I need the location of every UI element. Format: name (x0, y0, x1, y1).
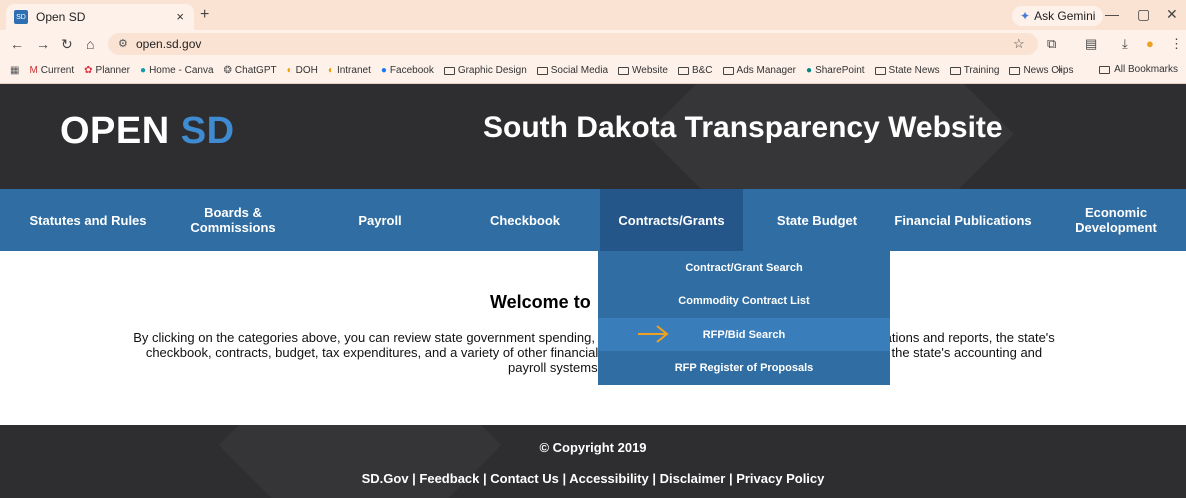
bookmark-doh[interactable]: ◐ DOH (287, 65, 318, 76)
intro-line-1: By clicking on the categories above, you… (133, 330, 1055, 345)
ask-gemini-label: Ask Gemini (1034, 9, 1096, 23)
folder-icon (874, 66, 886, 75)
open-sd-logo[interactable]: OPEN SD (60, 110, 235, 153)
gemini-sparkle-icon: ✦ (1020, 9, 1031, 23)
extensions-icon[interactable]: ⧉ (1047, 36, 1056, 52)
bookmark-news-clips[interactable]: News Clips (1009, 65, 1073, 76)
bookmark-facebook[interactable]: ● Facebook (381, 65, 434, 76)
folder-icon (443, 66, 455, 75)
bookmark-website[interactable]: Website (618, 65, 668, 76)
site-title: South Dakota Transparency Website (483, 111, 1003, 144)
folder-icon (1099, 65, 1111, 74)
folder-icon (677, 66, 689, 75)
reader-icon[interactable]: ▤ (1085, 36, 1097, 52)
browser-tabbar: SD Open SD × + ✦ Ask Gemini — ▢ ✕ (0, 0, 1186, 30)
welcome-heading: Welcome to (490, 292, 591, 312)
bookmark-graphic-design[interactable]: Graphic Design (443, 65, 527, 76)
ask-gemini-button[interactable]: ✦ Ask Gemini (1012, 6, 1104, 26)
nav-statutes-and-rules[interactable]: Statutes and Rules (18, 189, 158, 251)
more-bookmarks-icon[interactable]: » (1056, 64, 1062, 76)
contracts-grants-dropdown: Contract/Grant Search Commodity Contract… (598, 251, 890, 385)
dropdown-commodity-contract-list[interactable]: Commodity Contract List (598, 284, 890, 317)
nav-economic-development[interactable]: Economic Development (1062, 189, 1170, 251)
bookmark-star-icon[interactable]: ☆ (1013, 36, 1025, 52)
profile-icon[interactable]: ● (1146, 36, 1154, 51)
bookmarks-bar: ▦ M Current ✿ Planner ● Home - Canva ❂ ChatG… (0, 58, 1186, 84)
new-tab-button[interactable]: + (200, 6, 209, 24)
intro-line-3: payroll systems, so the data p (508, 360, 680, 375)
intranet-icon: ◐ (327, 65, 334, 76)
gmail-icon: M (29, 65, 38, 76)
folder-icon (536, 66, 548, 75)
doh-icon: ◐ (286, 65, 293, 76)
intro-paragraph: By clicking on the categories above, you… (78, 330, 1110, 375)
bookmark-state-news[interactable]: State News (874, 65, 940, 76)
bookmark-planner[interactable]: ✿ Planner (84, 65, 130, 76)
bookmark-canva[interactable]: ● Home - Canva (140, 65, 214, 76)
bookmark-intranet[interactable]: ◐ Intranet (328, 65, 371, 76)
minimize-icon[interactable]: — (1105, 6, 1119, 22)
home-icon[interactable]: ⌂ (86, 36, 94, 52)
close-tab-icon[interactable]: × (176, 9, 184, 24)
intro-line-2: checkbook, contracts, budget, tax expend… (145, 345, 1043, 360)
reload-icon[interactable]: ↻ (61, 36, 73, 53)
maximize-icon[interactable]: ▢ (1137, 6, 1150, 23)
footer-links[interactable]: SD.Gov | Feedback | Contact Us | Accessi… (0, 471, 1186, 486)
back-icon[interactable]: ← (10, 36, 24, 52)
canva-icon: ● (140, 65, 147, 76)
nav-boards-commissions[interactable]: Boards & Commissions (172, 189, 294, 251)
bookmark-social-media[interactable]: Social Media (536, 65, 608, 76)
site-header: OPEN SD South Dakota Transparency Websit… (0, 84, 1186, 189)
planner-icon: ✿ (84, 65, 93, 76)
download-icon[interactable]: ⤓ (1122, 36, 1128, 52)
folder-icon (949, 66, 961, 75)
bookmark-bc[interactable]: B&C (677, 65, 713, 76)
all-bookmarks-button[interactable]: All Bookmarks (1099, 64, 1178, 75)
bookmark-training[interactable]: Training (949, 65, 999, 76)
main-nav: Statutes and Rules Boards & Commissions … (0, 189, 1186, 251)
dropdown-rfp-register[interactable]: RFP Register of Proposals (598, 351, 890, 384)
tab-title: Open SD (36, 10, 86, 24)
address-bar-row: ← → ↻ ⌂ ⚙ open.sd.gov ☆ ⧉ ▤ ⤓ ● ⋮ (0, 30, 1186, 58)
menu-kebab-icon[interactable]: ⋮ (1170, 36, 1183, 52)
window-close-icon[interactable]: ✕ (1166, 6, 1178, 23)
nav-financial-publications[interactable]: Financial Publications (886, 189, 1040, 251)
url-omnibox[interactable]: ⚙ open.sd.gov (108, 33, 1038, 55)
chatgpt-icon: ❂ (223, 65, 232, 76)
sd-favicon-icon: SD (14, 10, 28, 24)
arrow-right-icon (638, 325, 669, 343)
folder-icon (618, 66, 630, 75)
url-text: open.sd.gov (136, 37, 202, 51)
bookmark-ads-manager[interactable]: Ads Manager (722, 65, 796, 76)
nav-state-budget[interactable]: State Budget (765, 189, 869, 251)
dropdown-contract-grant-search[interactable]: Contract/Grant Search (598, 251, 890, 284)
copyright-text: © Copyright 2019 (539, 440, 647, 455)
sharepoint-icon: ● (806, 65, 813, 76)
site-info-icon[interactable]: ⚙ (118, 33, 128, 55)
nav-contracts-grants[interactable]: Contracts/Grants (600, 189, 743, 251)
bookmark-sharepoint[interactable]: ● SharePoint (806, 65, 865, 76)
bookmark-chatgpt[interactable]: ❂ ChatGPT (224, 65, 277, 76)
apps-grid-icon[interactable]: ▦ (10, 65, 19, 76)
nav-checkbook[interactable]: Checkbook (470, 189, 580, 251)
site-footer: © Copyright 2019 SD.Gov | Feedback | Con… (0, 425, 1186, 498)
folder-icon (1009, 66, 1021, 75)
forward-icon[interactable]: → (36, 36, 50, 52)
facebook-icon: ● (380, 65, 387, 76)
folder-icon (722, 66, 734, 75)
nav-payroll[interactable]: Payroll (330, 189, 430, 251)
bookmark-current[interactable]: M Current (29, 65, 74, 76)
browser-tab[interactable]: SD Open SD × (6, 4, 194, 30)
